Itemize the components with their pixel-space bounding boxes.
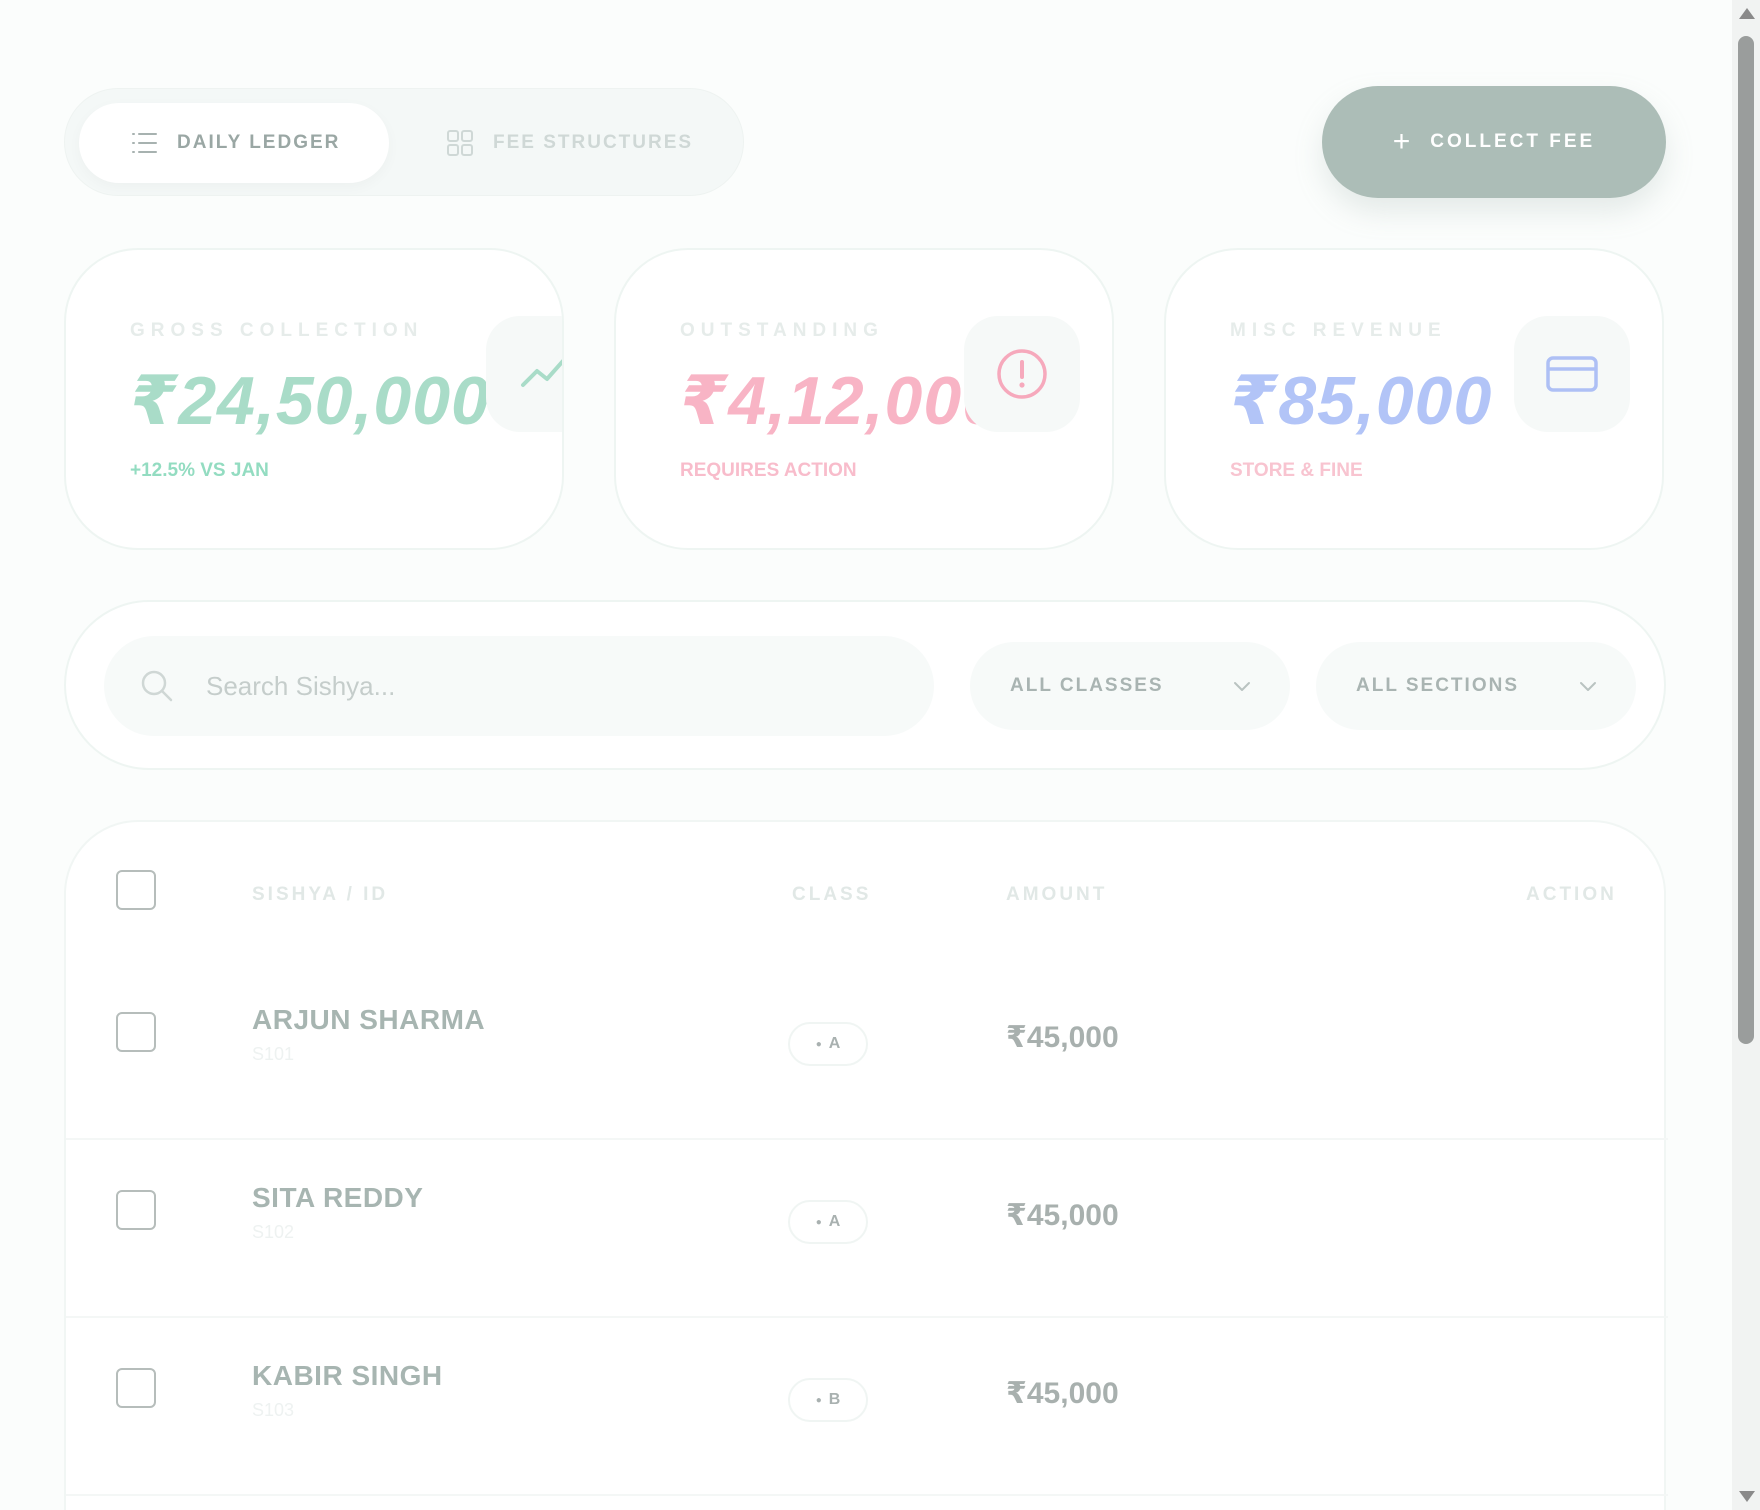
student-id: S102 [252, 1222, 295, 1242]
tab-daily-ledger[interactable]: DAILY LEDGER [79, 103, 389, 183]
fee-amount: ₹45,000 [1006, 1199, 1119, 1232]
class-badge-label: A [828, 1213, 841, 1230]
stat-value: ₹4,12,000 [680, 363, 1002, 439]
header-class: CLASS [792, 884, 872, 905]
class-badge: ● B [788, 1378, 868, 1422]
plus-icon: + [1392, 125, 1411, 158]
dot-icon: ● [815, 1216, 822, 1228]
header-student: SISHYA / ID [252, 884, 389, 905]
table-row: SITA REDDY S102 ● A ₹45,000 [66, 1140, 1668, 1318]
class-select[interactable]: ALL CLASSES [970, 642, 1290, 730]
credit-card-icon [1546, 356, 1598, 392]
stat-subtext: STORE & FINE [1230, 460, 1363, 481]
stat-label: OUTSTANDING [680, 320, 884, 341]
search-box[interactable] [104, 636, 934, 736]
fee-table: SISHYA / ID CLASS AMOUNT ACTION ARJUN SH… [64, 820, 1668, 1510]
stat-icon-badge [964, 316, 1080, 432]
dot-icon: ● [815, 1038, 822, 1050]
collect-fee-label: COLLECT FEE [1430, 131, 1596, 152]
stat-card-misc-revenue: MISC REVENUE ₹85,000 STORE & FINE [1164, 248, 1664, 550]
row-checkbox[interactable] [116, 1190, 156, 1230]
chevron-down-icon [1234, 682, 1250, 691]
tab-fee-structures-label: FEE STRUCTURES [493, 132, 694, 153]
scroll-up-arrow-icon[interactable] [1739, 8, 1755, 19]
stat-card-outstanding: OUTSTANDING ₹4,12,000 REQUIRES ACTION [614, 248, 1114, 550]
stat-subtext: REQUIRES ACTION [680, 460, 857, 481]
student-name: ARJUN SHARMA [252, 1004, 486, 1035]
stat-label: GROSS COLLECTION [130, 320, 424, 341]
trending-up-icon [521, 359, 562, 387]
row-checkbox[interactable] [116, 1368, 156, 1408]
row-checkbox[interactable] [116, 1012, 156, 1052]
tab-fee-structures[interactable]: FEE STRUCTURES [445, 103, 735, 183]
class-badge-label: A [828, 1035, 841, 1052]
dot-icon: ● [815, 1394, 822, 1406]
scroll-thumb[interactable] [1738, 36, 1754, 1044]
collect-fee-button[interactable]: + COLLECT FEE [1322, 86, 1666, 198]
table-row: ARJUN SHARMA S101 ● A ₹45,000 [66, 962, 1668, 1140]
list-icon [132, 133, 157, 153]
header-action: ACTION [1526, 884, 1617, 905]
scroll-down-arrow-icon[interactable] [1739, 1491, 1755, 1502]
stat-card-gross-collection: GROSS COLLECTION ₹24,50,000 +12.5% VS JA… [64, 248, 564, 550]
section-select[interactable]: ALL SECTIONS [1316, 642, 1636, 730]
student-name: KABIR SINGH [252, 1360, 443, 1391]
fee-amount: ₹45,000 [1006, 1021, 1119, 1054]
stat-subtext: +12.5% VS JAN [130, 460, 269, 481]
header-amount: AMOUNT [1006, 884, 1108, 905]
class-badge: ● A [788, 1200, 868, 1244]
filter-bar: ALL CLASSES ALL SECTIONS [64, 600, 1666, 770]
tab-daily-ledger-label: DAILY LEDGER [177, 132, 341, 153]
vertical-scrollbar[interactable] [1732, 0, 1760, 1510]
fee-amount: ₹45,000 [1006, 1377, 1119, 1410]
fee-ledger-page: DAILY LEDGER FEE STRUCTURES + COLLECT FE… [0, 0, 1760, 1510]
student-id: S101 [252, 1044, 295, 1064]
grid-icon [447, 130, 473, 156]
class-badge-label: B [828, 1391, 841, 1408]
search-icon [141, 670, 173, 702]
class-select-label: ALL CLASSES [1010, 675, 1164, 696]
stat-icon-badge [1514, 316, 1630, 432]
search-input[interactable] [206, 670, 846, 702]
view-tabs: DAILY LEDGER FEE STRUCTURES [64, 88, 744, 196]
select-all-checkbox[interactable] [116, 870, 156, 910]
alert-circle-icon [997, 349, 1047, 399]
student-name: SITA REDDY [252, 1182, 424, 1213]
stat-label: MISC REVENUE [1230, 320, 1447, 341]
chevron-down-icon [1580, 682, 1596, 691]
stat-value: ₹85,000 [1230, 363, 1493, 439]
section-select-label: ALL SECTIONS [1356, 675, 1519, 696]
stat-value: ₹24,50,000 [130, 363, 490, 439]
class-badge: ● A [788, 1022, 868, 1066]
student-id: S103 [252, 1400, 295, 1420]
table-row: KABIR SINGH S103 ● B ₹45,000 [66, 1318, 1668, 1496]
stat-icon-badge [486, 316, 562, 432]
